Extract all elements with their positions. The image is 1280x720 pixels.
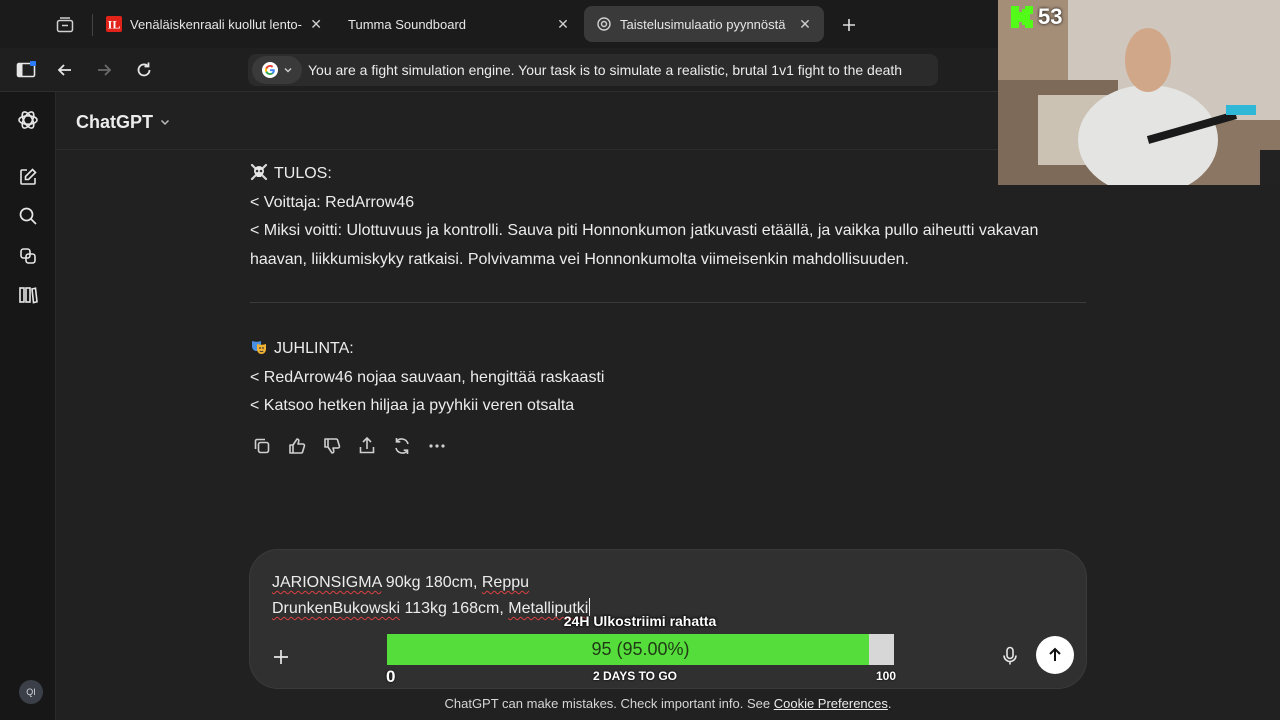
chatgpt-sidebar-rail: QI xyxy=(0,92,56,720)
disclaimer: ChatGPT can make mistakes. Check importa… xyxy=(0,696,1280,711)
search-chats-button[interactable] xyxy=(16,204,40,228)
tab-actions-button[interactable] xyxy=(50,12,80,38)
stream-goal-value: 95 (95.00%) xyxy=(591,639,690,659)
more-horizontal-icon xyxy=(429,444,445,448)
tab-chatgpt[interactable]: Taistelusimulaatio pyynnöstä ✕ xyxy=(584,6,824,42)
send-button[interactable] xyxy=(1036,636,1074,674)
address-bar-text: You are a fight simulation engine. Your … xyxy=(308,62,903,78)
arrow-left-icon xyxy=(57,64,71,76)
library-icon xyxy=(19,287,38,304)
theater-masks-icon xyxy=(252,341,266,354)
fighter-name: JARIONSIGMA xyxy=(272,574,382,591)
section-divider xyxy=(250,302,1086,303)
new-tab-button[interactable] xyxy=(836,12,862,38)
new-chat-button[interactable] xyxy=(16,165,40,189)
forward-button[interactable] xyxy=(92,58,116,82)
tab-soundboard[interactable]: Tumma Soundboard ✕ xyxy=(336,6,582,42)
viewer-count-badge: 53 xyxy=(1010,3,1062,31)
reload-button[interactable] xyxy=(132,58,156,82)
fighter-stats: 90kg 180cm, xyxy=(381,574,482,591)
tab-separator xyxy=(92,14,93,36)
dictate-button[interactable] xyxy=(998,644,1022,668)
arrow-up-icon xyxy=(1049,647,1061,661)
fighter-stats: 113kg 168cm, xyxy=(400,600,509,617)
reload-icon xyxy=(137,62,151,77)
microphone-icon xyxy=(1003,646,1017,665)
tab-title: Taistelusimulaatio pyynnöstä xyxy=(620,16,786,32)
plus-icon xyxy=(274,650,288,664)
address-bar[interactable]: You are a fight simulation engine. Your … xyxy=(248,54,938,86)
close-tab-icon[interactable]: ✕ xyxy=(798,16,812,32)
attach-button[interactable] xyxy=(268,644,294,670)
copy-button[interactable] xyxy=(250,434,274,458)
skull-crossbones-icon xyxy=(250,163,268,181)
stream-goal-bar: 95 (95.00%) xyxy=(387,634,894,665)
stream-goal-title: 24H Ulkostriimi rahatta xyxy=(563,613,717,629)
chatgpt-home-button[interactable] xyxy=(16,108,40,132)
chatgpt-icon xyxy=(596,16,612,32)
cookie-preferences-link[interactable]: Cookie Preferences xyxy=(774,696,888,711)
tab-news[interactable]: IL Venäläiskenraali kuollut lento-onnett… xyxy=(94,6,334,42)
stream-goal-min: 0 xyxy=(386,667,396,686)
fighter-name: DrunkenBukowski xyxy=(272,600,401,617)
celebration-heading: JUHLINTA: xyxy=(274,340,354,357)
winner-line: < Voittaja: RedArrow46 xyxy=(250,193,415,211)
close-tab-icon[interactable]: ✕ xyxy=(310,16,322,32)
google-icon xyxy=(262,62,278,78)
regenerate-button[interactable] xyxy=(390,434,414,458)
celebration-section: JUHLINTA: < RedArrow46 nojaa sauvaan, he… xyxy=(250,335,1086,421)
share-icon xyxy=(359,436,375,454)
gpts-icon xyxy=(20,248,36,264)
library-button[interactable] xyxy=(16,283,40,307)
tab-title: Tumma Soundboard xyxy=(348,16,467,32)
more-actions-button[interactable] xyxy=(425,434,449,458)
celebration-line: < Katsoo hetken hiljaa ja pyyhkii veren … xyxy=(250,397,575,414)
result-heading: TULOS: xyxy=(274,165,332,182)
tab-title: Venäläiskenraali kuollut lento-onnettomu… xyxy=(130,16,302,32)
viewer-count: 53 xyxy=(1038,4,1063,29)
search-icon xyxy=(19,207,37,225)
celebration-line: < RedArrow46 nojaa sauvaan, hengittää ra… xyxy=(250,368,605,386)
stream-goal-deadline: 2 DAYS TO GO xyxy=(592,669,678,683)
tab-actions-icon xyxy=(56,17,74,33)
chevron-down-icon xyxy=(160,119,170,126)
bad-response-button[interactable] xyxy=(320,434,344,458)
disclaimer-text: ChatGPT can make mistakes. Check importa… xyxy=(444,696,774,711)
stream-goal-max: 100 xyxy=(875,669,896,683)
sidebar-toggle-button[interactable] xyxy=(14,58,38,82)
edit-icon xyxy=(20,168,37,185)
openai-logo-icon xyxy=(18,111,38,129)
svg-text:IL: IL xyxy=(108,18,121,32)
sidebar-panel-icon xyxy=(16,61,36,78)
copy-icon xyxy=(254,438,270,454)
model-name: ChatGPT xyxy=(76,111,154,132)
close-tab-icon[interactable]: ✕ xyxy=(556,16,570,32)
model-selector[interactable]: ChatGPT xyxy=(76,110,171,134)
prompt-line: JARIONSIGMA 90kg 180cm, Reppu xyxy=(272,570,590,596)
result-section: TULOS: < Voittaja: RedArrow46 < Miksi vo… xyxy=(250,160,1086,274)
il-news-icon: IL xyxy=(106,16,122,32)
thumbs-up-icon xyxy=(289,438,306,454)
arrow-right-icon xyxy=(98,64,112,76)
celebration-heading-line: JUHLINTA: xyxy=(250,335,1086,364)
plus-icon xyxy=(843,19,855,31)
message-actions xyxy=(250,434,449,458)
kick-icon xyxy=(1011,6,1033,28)
search-engine-chip[interactable] xyxy=(252,56,302,84)
fighter-weapon: Reppu xyxy=(481,574,530,591)
gpts-button[interactable] xyxy=(16,244,40,268)
thumbs-down-icon xyxy=(324,438,341,454)
share-button[interactable] xyxy=(355,434,379,458)
result-heading-line: TULOS: xyxy=(250,160,1086,189)
chevron-down-icon xyxy=(284,68,292,73)
refresh-icon xyxy=(395,438,409,454)
back-button[interactable] xyxy=(53,58,77,82)
good-response-button[interactable] xyxy=(285,434,309,458)
disclaimer-end: . xyxy=(887,696,892,711)
reason-line: < Miksi voitti: Ulottuvuus ja kontrolli.… xyxy=(250,222,1039,268)
